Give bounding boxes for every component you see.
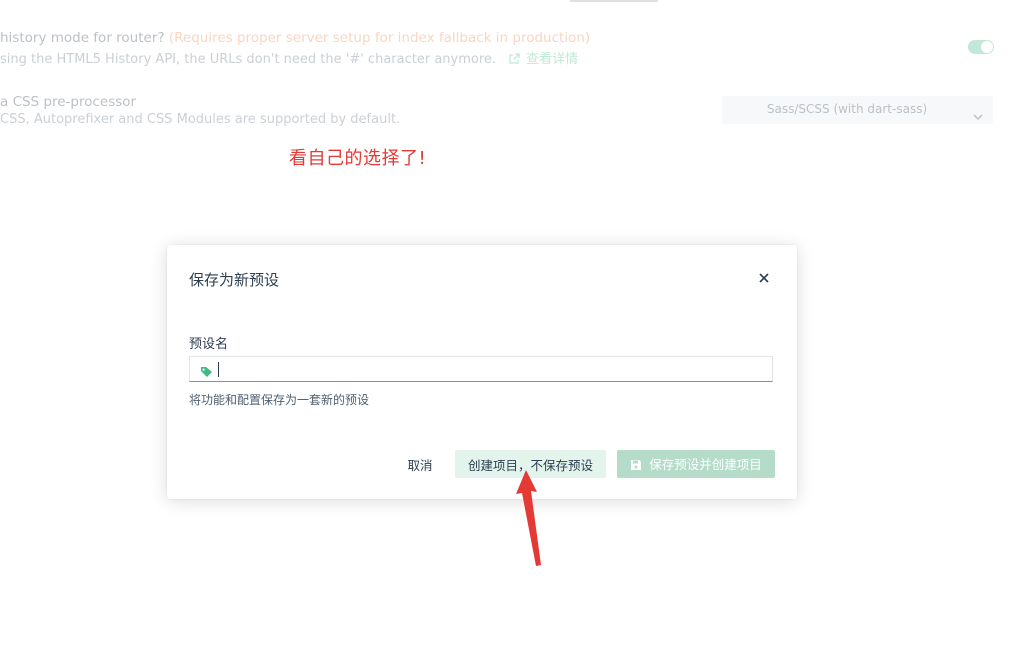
annotation-text: 看自己的选择了! xyxy=(289,148,427,169)
feature-warning: (Requires proper server setup for index … xyxy=(168,30,591,46)
preset-name-label: 预设名 xyxy=(189,337,229,352)
cancel-button[interactable]: 取消 xyxy=(395,450,445,478)
more-info-link-text: 查看详情 xyxy=(526,52,579,67)
save-preset-modal: 保存为新预设 预设名 将功能和配置保存为一套新的预设 取消 创建项目，不保存预设 xyxy=(167,245,797,499)
feature-title: a CSS pre-processor xyxy=(0,94,136,110)
cancel-button-label: 取消 xyxy=(407,457,433,473)
preset-name-input[interactable] xyxy=(218,359,762,381)
preset-name-help: 将功能和配置保存为一套新的预设 xyxy=(189,393,370,407)
close-icon xyxy=(755,269,773,287)
history-mode-toggle[interactable] xyxy=(968,40,994,54)
select-value: Sass/SCSS (with dart-sass) xyxy=(766,102,928,116)
more-info-link[interactable]: 查看详情 xyxy=(508,52,578,67)
feature-description: sing the HTML5 History API, the URLs don… xyxy=(0,48,578,69)
save-and-create-button[interactable]: 保存预设并创建项目 xyxy=(617,450,775,478)
feature-title: history mode for router? (Requires prope… xyxy=(0,30,590,46)
save-icon xyxy=(630,459,642,474)
chevron-down-icon xyxy=(973,106,983,125)
modal-title: 保存为新预设 xyxy=(189,271,280,289)
create-without-save-button[interactable]: 创建项目，不保存预设 xyxy=(455,450,606,478)
save-and-create-label: 保存预设并创建项目 xyxy=(649,457,762,472)
toggle-knob xyxy=(981,41,993,53)
feature-title-text: history mode for router? xyxy=(0,30,165,46)
text-caret xyxy=(218,362,219,377)
tag-icon xyxy=(200,363,213,382)
feature-title-text: a CSS pre-processor xyxy=(0,94,137,110)
close-button[interactable] xyxy=(755,269,773,287)
feature-description: CSS, Autoprefixer and CSS Modules are su… xyxy=(0,112,401,127)
css-preprocessor-select[interactable]: Sass/SCSS (with dart-sass) xyxy=(722,96,993,124)
preset-name-field[interactable] xyxy=(189,356,773,382)
feature-description-text: sing the HTML5 History API, the URLs don… xyxy=(0,52,497,67)
external-link-icon xyxy=(508,53,520,69)
tab-indicator xyxy=(570,0,658,2)
create-without-save-label: 创建项目，不保存预设 xyxy=(467,457,593,473)
